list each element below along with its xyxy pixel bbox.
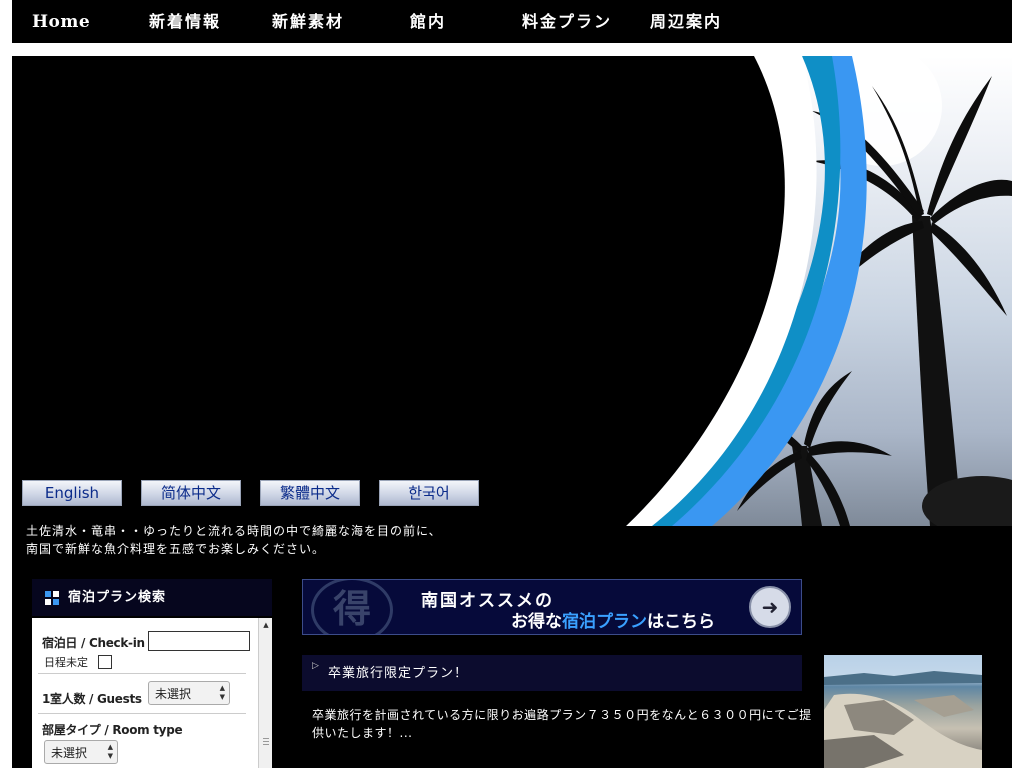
undecided-checkbox[interactable] [98, 655, 112, 669]
nav-pricing-plans[interactable]: 料金プラン [522, 0, 612, 40]
lang-korean-button[interactable]: 한국어 [379, 480, 479, 506]
divider [38, 673, 246, 674]
main-content: English 简体中文 繁體中文 한국어 土佐清水・竜串・・ゆったりと流れる時… [12, 56, 1012, 768]
nav-area-guide[interactable]: 周辺案内 [650, 0, 722, 40]
divider [38, 713, 246, 714]
search-panel-scrollbar[interactable]: ▲ [258, 618, 272, 768]
plan-description-line-1: 卒業旅行を計画されている方に限りお遍路プラン７３５０円をなんと６３００円にてご提 [312, 708, 812, 722]
nav-news[interactable]: 新着情報 [149, 0, 221, 40]
grid-icon [45, 591, 59, 605]
search-panel-header: 宿泊プラン検索 [32, 579, 272, 616]
lang-traditional-chinese-button[interactable]: 繁體中文 [260, 480, 360, 506]
nav-home[interactable]: Home [32, 0, 90, 40]
intro-line-2: 南国で新鮮な魚介料理を五感でお楽しみください。 [26, 542, 326, 556]
plan-title[interactable]: 卒業旅行限定プラン！ [328, 655, 468, 693]
triangle-bullet-icon: ▷ [312, 661, 319, 671]
nav-facilities[interactable]: 館内 [410, 0, 446, 40]
plan-description-line-2: 供いたします！... [312, 726, 413, 740]
undecided-label: 日程未定 [44, 656, 88, 669]
checkin-date-input[interactable] [148, 631, 250, 651]
plan-coast-photo[interactable] [824, 655, 982, 768]
guests-select-value: 未選択 [155, 687, 192, 701]
nav-fresh-ingredients[interactable]: 新鮮素材 [272, 0, 344, 40]
hero-swoosh [12, 56, 867, 526]
recommended-plans-banner[interactable]: 得 南国オススメの お得な宿泊プランはこちら ➜ [302, 579, 802, 635]
toku-kanji-badge: 得 [311, 580, 393, 634]
nav-divider [12, 42, 1012, 43]
scroll-up-arrow-icon[interactable]: ▲ [261, 620, 271, 630]
arrow-right-icon[interactable]: ➜ [749, 586, 791, 628]
top-nav: Home 新着情報 新鮮素材 館内 料金プラン 周辺案内 [12, 0, 1012, 42]
select-arrows-icon: ▲ ▼ [107, 743, 113, 760]
lang-simplified-chinese-button[interactable]: 简体中文 [141, 480, 241, 506]
banner-line-2: お得な宿泊プランはこちら [511, 612, 715, 632]
roomtype-label: 部屋タイプ / Room type [42, 723, 183, 737]
search-panel: 宿泊日 / Check-in 日程未定 1室人数 / Guests 未選択 ▲ ▼… [32, 618, 272, 768]
roomtype-select[interactable]: 未選択 ▲ ▼ [44, 740, 118, 764]
search-panel-title: 宿泊プラン検索 [68, 590, 167, 605]
guests-label: 1室人数 / Guests [42, 692, 142, 706]
plan-card-header[interactable]: ▷ 卒業旅行限定プラン！ [302, 655, 802, 691]
roomtype-select-value: 未選択 [51, 746, 88, 760]
select-arrows-icon: ▲ ▼ [219, 684, 225, 701]
guests-select[interactable]: 未選択 ▲ ▼ [148, 681, 230, 705]
checkin-label: 宿泊日 / Check-in [42, 636, 145, 650]
lang-english-button[interactable]: English [22, 480, 122, 506]
intro-line-1: 土佐清水・竜串・・ゆったりと流れる時間の中で綺麗な海を目の前に、 [26, 524, 442, 538]
